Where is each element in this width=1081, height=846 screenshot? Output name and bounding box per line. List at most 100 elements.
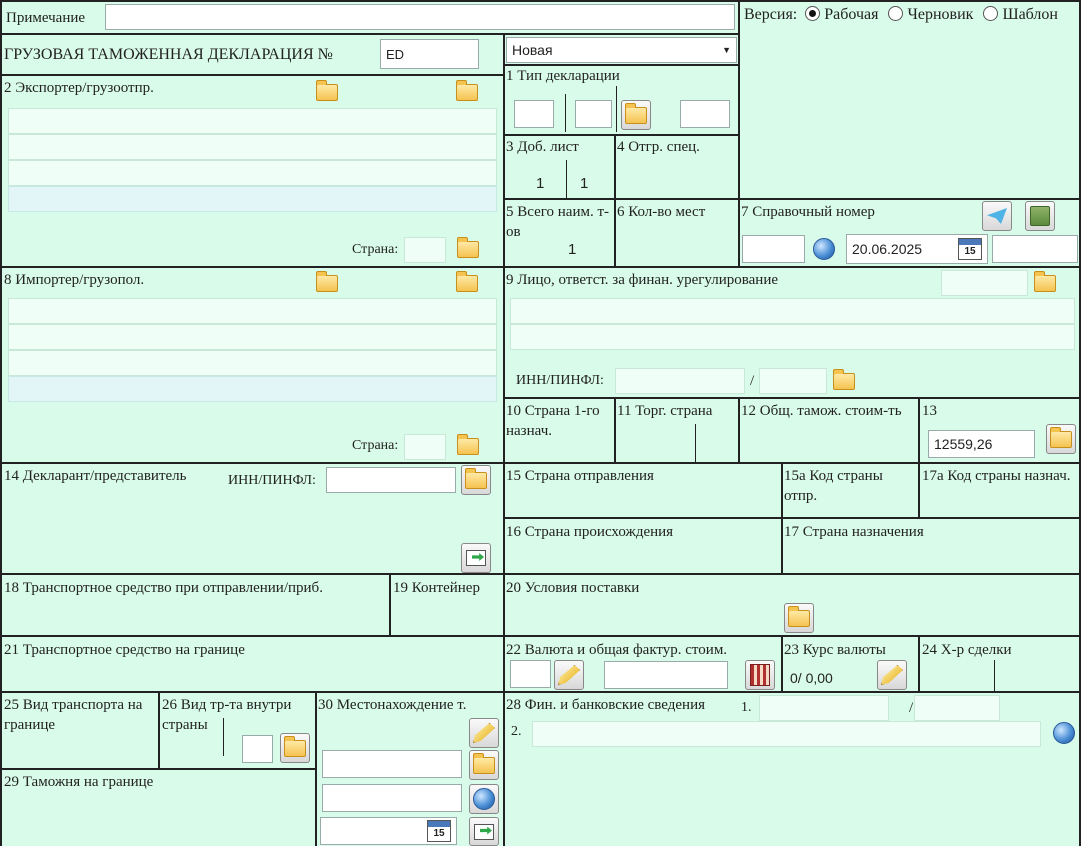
location-date-input[interactable]: 15 (320, 817, 457, 845)
inland-transport-input[interactable] (242, 735, 273, 763)
declaration-type-input-3[interactable] (680, 100, 730, 128)
calendar-day-label: 15 (433, 828, 445, 839)
currency-edit-button[interactable] (554, 660, 584, 690)
field-15a-label: 15a Код страны отпр. (784, 468, 883, 504)
exporter-folder-button-1[interactable] (314, 79, 340, 104)
exporter-country-label: Страна: (352, 242, 399, 257)
export-arrow-icon (466, 550, 486, 566)
importer-country-input[interactable] (404, 434, 446, 460)
importer-line-4[interactable] (8, 376, 497, 402)
declaration-number-input[interactable]: ED (380, 39, 479, 69)
edit-icon (473, 723, 495, 743)
send-button[interactable] (982, 201, 1012, 231)
field-7-label: 7 Справочный номер (741, 204, 875, 220)
exporter-line-3[interactable] (8, 160, 497, 186)
financial-party-pinfl-input[interactable] (759, 368, 827, 394)
reference-globe-button[interactable] (810, 235, 838, 263)
folder-icon (457, 433, 479, 455)
declaration-title: ГРУЗОВАЯ ТАМОЖЕННАЯ ДЕКЛАРАЦИЯ № (4, 46, 333, 63)
importer-line-1[interactable] (8, 298, 497, 324)
version-radio-working[interactable] (805, 6, 821, 21)
archive-icon (1030, 206, 1050, 226)
location-edit-button[interactable] (469, 718, 499, 748)
globe-icon (1053, 722, 1075, 744)
exporter-folder-button-2[interactable] (454, 79, 480, 104)
declaration-type-input-1[interactable] (514, 100, 554, 128)
location-folder-button[interactable] (469, 750, 499, 780)
folder-icon (625, 102, 647, 124)
field-15-label: 15 Страна отправления (506, 468, 654, 484)
financial-party-inn-folder-button[interactable] (830, 367, 858, 395)
reference-date-input[interactable]: 20.06.2025 15 (846, 234, 988, 264)
location-input-2[interactable] (322, 784, 462, 812)
financial-party-folder-button[interactable] (1032, 270, 1058, 296)
importer-line-3[interactable] (8, 350, 497, 376)
calculator-icon (750, 664, 770, 686)
globe-icon (473, 788, 495, 810)
edit-icon (558, 665, 580, 685)
field-22-label: 22 Валюта и общая фактур. стоим. (506, 642, 728, 658)
financial-party-line-1[interactable] (510, 298, 1075, 324)
invoice-total-input[interactable] (604, 661, 728, 689)
financial-party-inn-input[interactable] (615, 368, 745, 394)
folder-icon (788, 605, 810, 627)
financial-party-inn-label: ИНН/ПИНФЛ: (516, 373, 604, 388)
field-28-label: 28 Фин. и банковские сведения (506, 697, 706, 713)
location-globe-button[interactable] (469, 784, 499, 814)
declaration-type-folder-button[interactable] (621, 100, 651, 130)
folder-icon (456, 79, 478, 101)
field-6-label: 6 Кол-во мест (617, 204, 706, 220)
importer-line-2[interactable] (8, 324, 497, 350)
declaration-status-select[interactable]: Новая ▼ (506, 37, 737, 63)
declarant-inn-input[interactable] (326, 467, 456, 493)
invoice-calculator-button[interactable] (745, 660, 775, 690)
exporter-line-4[interactable] (8, 186, 497, 212)
exporter-country-folder-button[interactable] (454, 236, 482, 262)
bank-globe-button[interactable] (1050, 719, 1078, 747)
field-10-label: 10 Страна 1-го назнач. (506, 403, 600, 439)
version-option-draft: Черновик (907, 6, 974, 23)
version-radio-draft[interactable] (888, 6, 904, 21)
declarant-inn-label: ИНН/ПИНФЛ: (228, 473, 316, 488)
bank-row-1-extra-input[interactable] (914, 695, 1000, 721)
location-input-1[interactable] (322, 750, 462, 778)
location-export-button[interactable] (469, 817, 499, 846)
bank-row-1-input[interactable] (759, 695, 889, 721)
exporter-line-1[interactable] (8, 108, 497, 134)
importer-country-folder-button[interactable] (454, 433, 482, 459)
reference-number-input[interactable] (742, 235, 805, 263)
exporter-line-2[interactable] (8, 134, 497, 160)
exporter-country-input[interactable] (404, 237, 446, 263)
reference-extra-input[interactable] (992, 235, 1078, 263)
folder-icon (1034, 270, 1056, 292)
version-radio-template[interactable] (983, 6, 999, 21)
field-5-label: 5 Всего наим. т-ов (506, 204, 610, 240)
field-20-label: 20 Условия поставки (506, 580, 640, 596)
importer-folder-button-1[interactable] (314, 270, 340, 295)
field-25-label: 25 Вид транспорта на границе (4, 697, 143, 733)
note-input[interactable] (105, 4, 735, 30)
calendar-icon[interactable]: 15 (958, 238, 982, 260)
field-29-label: 29 Таможня на границе (4, 774, 154, 790)
field-30-label: 30 Местонахождение т. (318, 697, 467, 713)
exchange-rate-edit-button[interactable] (877, 660, 907, 690)
currency-code-input[interactable] (510, 660, 551, 688)
calendar-icon[interactable]: 15 (427, 820, 451, 842)
bank-row-2-input[interactable] (532, 721, 1041, 747)
field-2-label: 2 Экспортер/грузоотпр. (4, 80, 154, 96)
total-value-folder-button[interactable] (1046, 424, 1076, 454)
financial-party-code-input[interactable] (941, 270, 1028, 296)
additional-sheet-value-2: 1 (580, 175, 589, 192)
chevron-down-icon: ▼ (722, 45, 731, 55)
importer-folder-button-2[interactable] (454, 270, 480, 295)
field-23-label: 23 Курс валюты (784, 642, 886, 658)
delivery-terms-folder-button[interactable] (784, 603, 814, 633)
field-12-label: 12 Общ. тамож. стоим-ть (741, 403, 902, 419)
archive-button[interactable] (1025, 201, 1055, 231)
inland-transport-folder-button[interactable] (280, 733, 310, 763)
declarant-folder-button[interactable] (461, 465, 491, 495)
total-value-input[interactable]: 12559,26 (928, 430, 1035, 458)
declaration-type-input-2[interactable] (575, 100, 612, 128)
declarant-export-button[interactable] (461, 543, 491, 573)
financial-party-line-2[interactable] (510, 324, 1075, 350)
